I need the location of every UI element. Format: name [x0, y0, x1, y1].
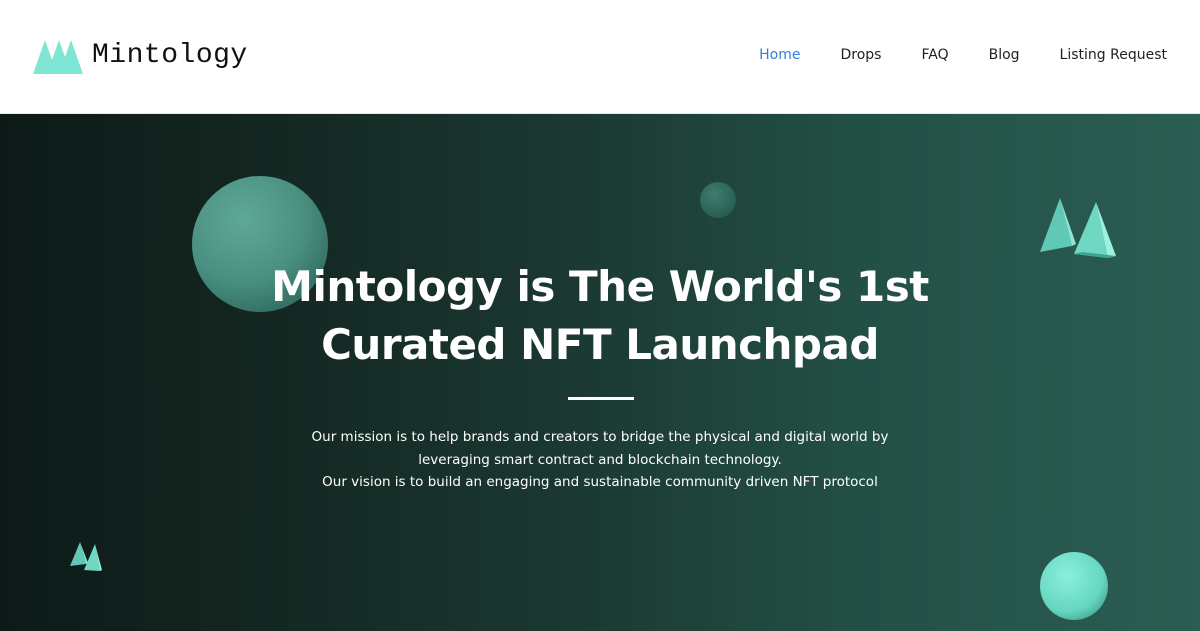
mintology-mark-small-decor [70, 542, 102, 571]
nav-faq[interactable]: FAQ [921, 44, 948, 66]
vision-line: Our vision is to build an engaging and s… [322, 474, 878, 490]
brand-name: Mintology [92, 40, 248, 71]
bright-sphere-decor [1040, 552, 1108, 620]
nav-blog[interactable]: Blog [989, 44, 1020, 66]
nav-listing-request[interactable]: Listing Request [1060, 44, 1167, 66]
hero-description: Our mission is to help brands and creato… [250, 426, 950, 494]
hero-title: Mintology is The World's 1st Curated NFT… [150, 258, 1050, 374]
site-header: Mintology Home Drops FAQ Blog Listing Re… [0, 0, 1200, 114]
mission-line: Our mission is to help brands and creato… [311, 429, 889, 445]
nav-home[interactable]: Home [759, 44, 800, 66]
hero-title-line: Mintology is The World's 1st [271, 262, 929, 311]
title-divider [568, 397, 634, 400]
nav-drops[interactable]: Drops [840, 44, 881, 66]
brand-logo[interactable]: Mintology [33, 38, 248, 74]
main-nav: Home Drops FAQ Blog Listing Request [759, 44, 1167, 66]
small-sphere-decor [700, 182, 736, 218]
mission-line: leveraging smart contract and blockchain… [418, 451, 782, 468]
hero-title-line: Curated NFT Launchpad [321, 320, 879, 369]
mintology-mark-decor [1040, 198, 1116, 258]
mintology-logo-icon [33, 40, 83, 74]
hero-section: Mintology is The World's 1st Curated NFT… [0, 114, 1200, 631]
